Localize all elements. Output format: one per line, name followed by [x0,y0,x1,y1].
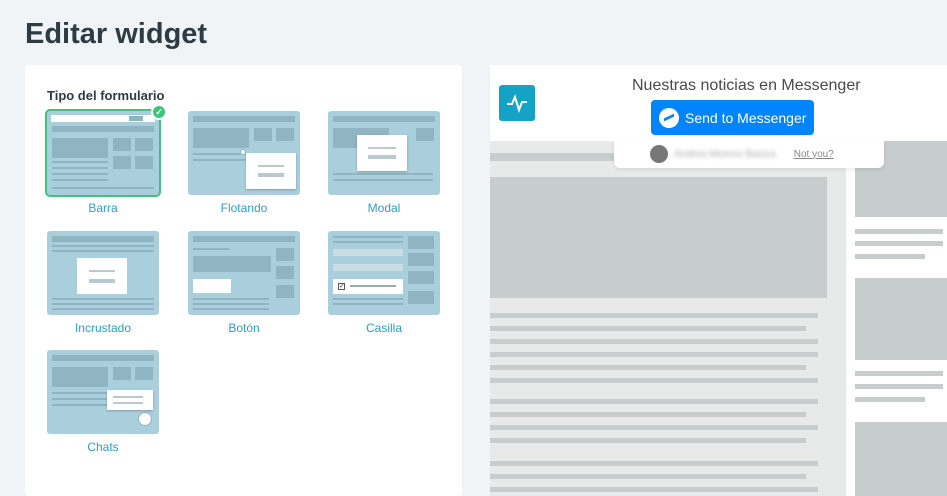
option-label: Chats [87,440,119,454]
send-to-messenger-button[interactable]: Send to Messenger [651,100,814,135]
boton-thumbnail [188,231,300,315]
option-label: Botón [228,321,260,335]
form-type-chats[interactable]: Chats [47,350,159,454]
widget-preview: Nuestras noticias en Messenger Send to M… [490,65,947,496]
messenger-user-row: Andrea Moreno Baciza Not you? [614,140,884,168]
form-type-incrustado[interactable]: Incrustado [47,231,159,335]
option-label: Incrustado [74,321,132,335]
send-to-messenger-label: Send to Messenger [685,109,807,126]
option-label: Barra [88,201,118,215]
form-type-modal[interactable]: Modal [328,111,440,215]
avatar [650,145,668,163]
selected-check-icon: ✓ [151,104,167,120]
preview-sidebar [846,141,947,496]
preview-header-bar: Nuestras noticias en Messenger Send to M… [490,65,947,141]
modal-thumbnail [328,111,440,195]
option-label: Casilla [365,321,402,335]
user-name: Andrea Moreno Baciza [674,148,776,160]
flotando-thumbnail [188,111,300,195]
not-you-link[interactable]: Not you? [794,149,834,160]
form-type-flotando[interactable]: Flotando [188,111,300,215]
messenger-icon [659,107,679,128]
page-title: Editar widget [25,18,208,50]
form-type-casilla[interactable]: ✓ Casilla [328,231,440,335]
preview-title: Nuestras noticias en Messenger [632,77,861,94]
barra-thumbnail [45,109,161,197]
form-type-barra[interactable]: ✓ Barra [45,104,167,215]
form-type-boton[interactable]: Botón [188,231,300,335]
section-title: Tipo del formulario [47,88,165,103]
form-type-panel: Tipo del formulario ✓ Barra Flotando Mod… [25,65,462,496]
option-label: Flotando [220,201,268,215]
incrustado-thumbnail [47,231,159,315]
chats-thumbnail [47,350,159,434]
casilla-thumbnail: ✓ [328,231,440,315]
pulse-logo-icon [499,85,535,121]
option-label: Modal [367,201,401,215]
